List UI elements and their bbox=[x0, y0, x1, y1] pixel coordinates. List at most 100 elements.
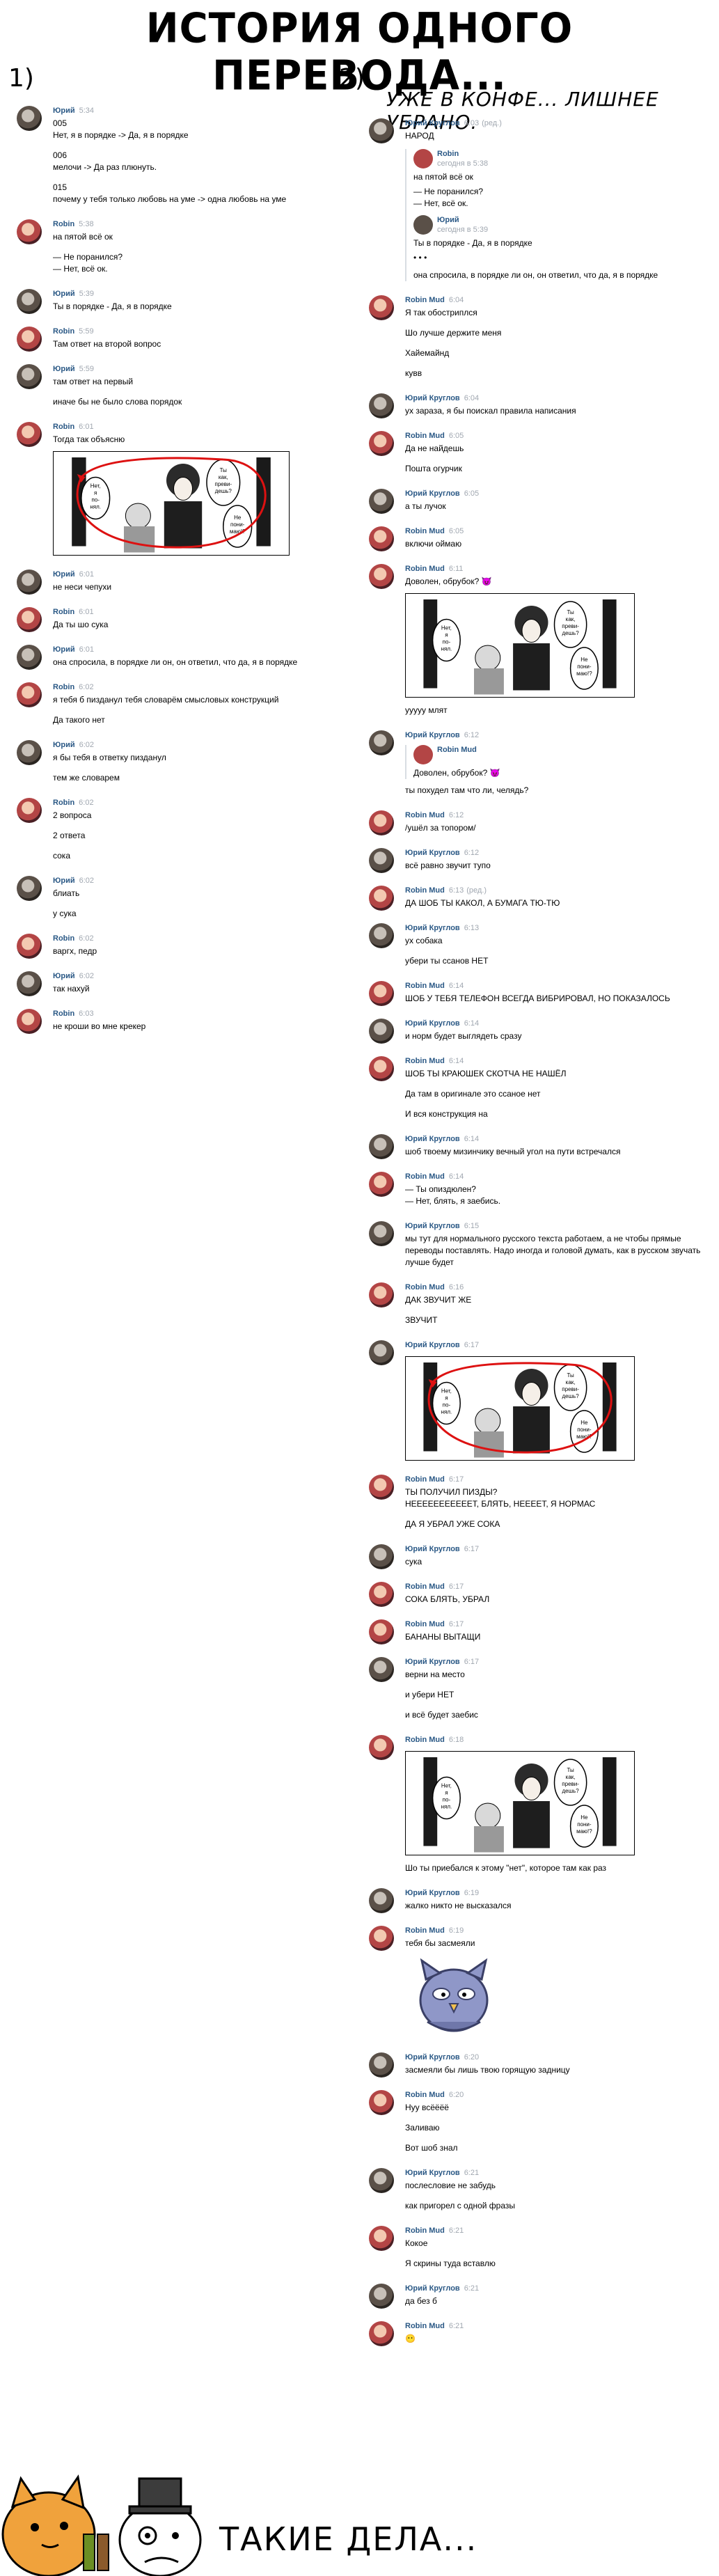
author-name[interactable]: Robin Mud bbox=[405, 565, 445, 573]
author-name[interactable]: Юрий bbox=[53, 290, 75, 298]
author-name[interactable]: Robin bbox=[53, 934, 74, 943]
author-name[interactable]: Юрий Круглов bbox=[405, 1341, 460, 1349]
message-time[interactable]: 6:21 bbox=[464, 2284, 479, 2293]
avatar[interactable] bbox=[17, 607, 42, 632]
avatar[interactable] bbox=[413, 215, 433, 235]
avatar[interactable] bbox=[369, 886, 394, 911]
avatar[interactable] bbox=[17, 645, 42, 670]
message-time[interactable]: 6:11 bbox=[449, 565, 464, 573]
author-name[interactable]: Юрий bbox=[53, 365, 75, 373]
avatar[interactable] bbox=[369, 730, 394, 755]
message-time[interactable]: 6:17 bbox=[464, 1545, 479, 1553]
author-name[interactable]: Robin Mud bbox=[405, 982, 445, 990]
message-time[interactable]: 6:20 bbox=[464, 2053, 479, 2061]
author-name[interactable]: Юрий Круглов bbox=[405, 849, 460, 857]
message-time[interactable]: 6:14 bbox=[464, 1135, 479, 1143]
avatar[interactable] bbox=[369, 489, 394, 514]
avatar[interactable] bbox=[369, 1657, 394, 1682]
message-time[interactable]: 6:02 bbox=[79, 683, 93, 691]
author-name[interactable]: Robin bbox=[53, 799, 74, 807]
author-name[interactable]: Robin bbox=[437, 150, 459, 158]
message-time[interactable]: 5:38 bbox=[79, 220, 93, 228]
message-time[interactable]: 6:17 bbox=[449, 1475, 464, 1484]
avatar[interactable] bbox=[413, 149, 433, 168]
message-time[interactable]: 6:15 bbox=[464, 1222, 479, 1230]
message-time[interactable]: 6:16 bbox=[449, 1283, 464, 1291]
author-name[interactable]: Юрий Круглов bbox=[405, 1019, 460, 1028]
author-name[interactable]: Юрий bbox=[53, 107, 75, 115]
avatar[interactable] bbox=[369, 1019, 394, 1044]
avatar[interactable] bbox=[369, 2052, 394, 2078]
avatar[interactable] bbox=[369, 526, 394, 551]
message-time[interactable]: 6:19 bbox=[464, 1889, 479, 1897]
avatar[interactable] bbox=[17, 327, 42, 352]
message-time[interactable]: 6:05 bbox=[449, 527, 464, 535]
message-time[interactable]: 6:17 bbox=[464, 1341, 479, 1349]
author-name[interactable]: Юрий Круглов bbox=[405, 924, 460, 932]
author-name[interactable]: Robin Mud bbox=[405, 527, 445, 535]
avatar[interactable] bbox=[369, 1544, 394, 1569]
author-name[interactable]: Юрий bbox=[53, 645, 75, 654]
avatar[interactable] bbox=[369, 564, 394, 589]
owl-sticker-icon[interactable] bbox=[405, 1955, 503, 2039]
author-name[interactable]: Юрий Круглов bbox=[405, 1658, 460, 1666]
avatar[interactable] bbox=[17, 682, 42, 707]
author-name[interactable]: Robin bbox=[53, 683, 74, 691]
message-time[interactable]: 6:17 bbox=[449, 1582, 464, 1591]
message-time[interactable]: 6:14 bbox=[449, 1057, 464, 1065]
avatar[interactable] bbox=[17, 1009, 42, 1034]
author-name[interactable]: Robin Mud bbox=[405, 1926, 445, 1935]
avatar[interactable] bbox=[369, 2226, 394, 2251]
avatar[interactable] bbox=[369, 431, 394, 456]
avatar[interactable] bbox=[369, 2090, 394, 2115]
author-name[interactable]: Юрий Круглов bbox=[405, 1135, 460, 1143]
message-time[interactable]: 5:39 bbox=[79, 290, 94, 298]
message-time[interactable]: 6:14 bbox=[449, 1172, 464, 1181]
author-name[interactable]: Robin bbox=[53, 1010, 74, 1018]
author-name[interactable]: Юрий bbox=[53, 741, 75, 749]
avatar[interactable] bbox=[369, 848, 394, 873]
message-time[interactable]: 6:04 bbox=[449, 296, 464, 304]
message-time[interactable]: 6:12 bbox=[449, 811, 464, 819]
author-name[interactable]: Юрий Круглов bbox=[405, 2053, 460, 2061]
author-name[interactable]: Юрий Круглов bbox=[405, 489, 460, 498]
message-time[interactable]: 6:02 bbox=[79, 877, 94, 885]
message-time[interactable]: 6:02 bbox=[79, 799, 93, 807]
avatar[interactable] bbox=[369, 1475, 394, 1500]
author-name[interactable]: Robin Mud bbox=[405, 1283, 445, 1291]
avatar[interactable] bbox=[369, 981, 394, 1006]
avatar[interactable] bbox=[369, 1619, 394, 1644]
avatar[interactable] bbox=[369, 1926, 394, 1951]
manga-panel-image[interactable]: Нет,япо-нял. Тыкак,преви-дешь? Непони-маю!… bbox=[405, 1751, 635, 1855]
avatar[interactable] bbox=[369, 1172, 394, 1197]
avatar[interactable] bbox=[369, 1221, 394, 1246]
author-name[interactable]: Robin bbox=[53, 423, 74, 431]
avatar[interactable] bbox=[369, 923, 394, 948]
author-name[interactable]: Юрий Круглов bbox=[405, 119, 460, 127]
message-time[interactable]: 6:02 bbox=[79, 972, 94, 980]
avatar[interactable] bbox=[369, 1735, 394, 1760]
message-time[interactable]: 6:13 bbox=[449, 886, 464, 895]
avatar[interactable] bbox=[369, 1582, 394, 1607]
author-name[interactable]: Robin Mud bbox=[405, 2322, 445, 2330]
message-time[interactable]: 6:04 bbox=[464, 394, 479, 402]
avatar[interactable] bbox=[369, 1888, 394, 1913]
author-name[interactable]: Robin Mud bbox=[405, 1620, 445, 1628]
message-time[interactable]: 6:02 bbox=[79, 934, 93, 943]
author-name[interactable]: Юрий bbox=[53, 877, 75, 885]
message-time[interactable]: 6:20 bbox=[449, 2091, 464, 2099]
avatar[interactable] bbox=[369, 2284, 394, 2309]
message-time[interactable]: 6:01 bbox=[79, 570, 94, 579]
message-time[interactable]: 5:59 bbox=[79, 365, 94, 373]
author-name[interactable]: Robin Mud bbox=[405, 1057, 445, 1065]
avatar[interactable] bbox=[369, 1056, 394, 1081]
author-name[interactable]: Юрий Круглов bbox=[405, 1545, 460, 1553]
author-name[interactable]: Robin bbox=[53, 327, 74, 336]
message-time[interactable]: 6:14 bbox=[449, 982, 464, 990]
message-time[interactable]: 6:13 bbox=[464, 924, 479, 932]
author-name[interactable]: Юрий Круглов bbox=[405, 1889, 460, 1897]
message-time[interactable]: 6:03 bbox=[464, 119, 479, 127]
author-name[interactable]: Robin Mud bbox=[405, 1736, 445, 1744]
author-name[interactable]: Юрий bbox=[437, 216, 459, 224]
author-name[interactable]: Robin Mud bbox=[405, 1172, 445, 1181]
